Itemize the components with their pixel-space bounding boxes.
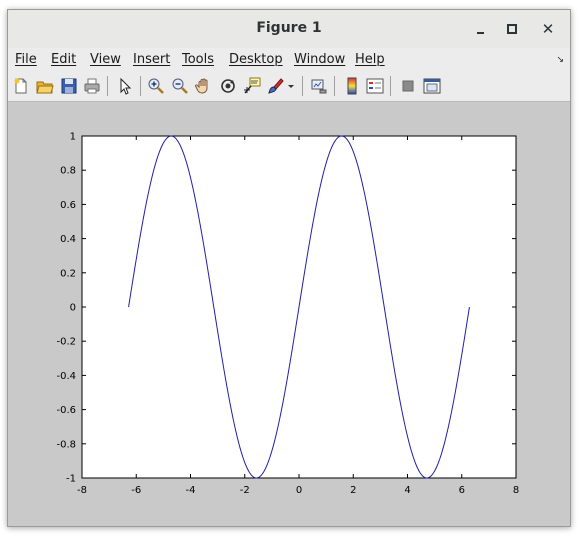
y-tick-label: -1 [66, 474, 76, 485]
y-tick-label: -0.2 [56, 337, 76, 348]
y-tick-label: 1 [70, 132, 76, 143]
x-tick-label: 6 [459, 485, 465, 496]
x-tick-label: -4 [186, 485, 196, 496]
y-tick-label: 0.4 [60, 234, 76, 245]
figure-window: Figure 1 ✕ File Edit View Insert Tools D… [7, 9, 571, 527]
x-tick-label: -6 [131, 485, 141, 496]
x-tick-label: 2 [350, 485, 356, 496]
y-tick-label: -0.4 [56, 371, 76, 382]
y-tick-label: -0.8 [56, 439, 76, 450]
plot-canvas: -8 -6 -4 -2 0 2 4 6 8 -1 -0.8 -0.6 -0.4 -0.2 0 0.2 0.4 0.… [56, 132, 519, 497]
y-tick-label: 0 [70, 303, 76, 314]
y-tick-label: 0.6 [60, 200, 76, 211]
x-tick-label: 0 [296, 485, 302, 496]
tick-labels: -8 -6 -4 -2 0 2 4 6 8 -1 -0.8 -0.6 -0.4 -0.2 0 0.2 0.4 0.… [56, 132, 519, 497]
x-tick-label: 4 [404, 485, 410, 496]
x-tick-label: -8 [77, 485, 87, 496]
y-tick-label: -0.6 [56, 405, 76, 416]
sine-series-line [128, 135, 470, 479]
x-tick-label: 8 [513, 485, 519, 496]
x-tick-label: -2 [240, 485, 250, 496]
y-tick-label: 0.8 [60, 166, 76, 177]
y-tick-label: 0.2 [60, 268, 76, 279]
